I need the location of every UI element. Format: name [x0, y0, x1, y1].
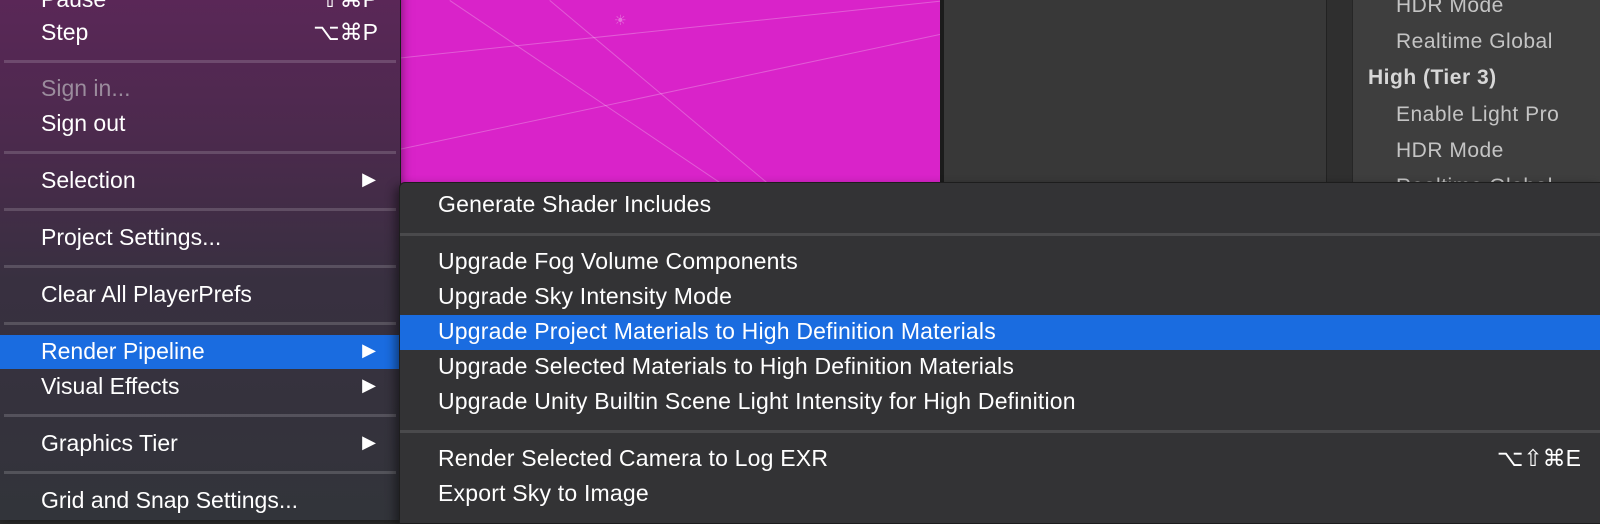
menu-item-selection[interactable]: Selection ▶ — [0, 164, 400, 198]
menu-item-label: Selection — [41, 167, 136, 193]
render-pipeline-submenu: Generate Shader Includes Upgrade Fog Vol… — [399, 182, 1600, 524]
panel-divider[interactable] — [1326, 0, 1353, 184]
submenu-item-label: Generate Shader Includes — [438, 191, 712, 217]
inspector-row-hdr-mode-2: HDR Mode — [1396, 139, 1504, 162]
menu-item-sign-out[interactable]: Sign out — [0, 107, 400, 141]
menu-item-pause[interactable]: Pause ⇧⌘P — [0, 0, 400, 17]
menu-separator — [4, 265, 396, 268]
triangle-right-icon: ▶ — [362, 340, 376, 360]
menu-item-label: Project Settings... — [41, 224, 222, 250]
submenu-item-upgrade-selected-materials[interactable]: Upgrade Selected Materials to High Defin… — [400, 350, 1600, 385]
triangle-right-icon: ▶ — [362, 432, 376, 452]
menu-item-label: Grid and Snap Settings... — [41, 487, 298, 513]
menu-item-clear-playerprefs[interactable]: Clear All PlayerPrefs — [0, 278, 400, 312]
game-view-panel — [944, 0, 1326, 184]
menu-separator — [400, 233, 1600, 236]
menu-item-project-settings[interactable]: Project Settings... — [0, 221, 400, 255]
edit-menu: Pause ⇧⌘P Step ⌥⌘P Sign in... Sign out S… — [0, 0, 401, 520]
menu-separator — [4, 471, 396, 474]
triangle-right-icon: ▶ — [362, 375, 376, 395]
submenu-item-upgrade-fog[interactable]: Upgrade Fog Volume Components — [400, 245, 1600, 280]
menu-item-label: Step — [41, 19, 89, 45]
menu-item-shortcut: ⇧⌘P — [320, 0, 378, 13]
menu-item-label: Sign out — [41, 110, 126, 136]
submenu-item-label: Upgrade Unity Builtin Scene Light Intens… — [438, 388, 1076, 414]
menu-item-label: Render Pipeline — [41, 338, 205, 364]
menu-item-shortcut: ⌥⌘P — [313, 19, 378, 45]
submenu-item-label: Render Selected Camera to Log EXR — [438, 445, 829, 471]
menu-separator — [4, 208, 396, 211]
inspector-panel: HDR Mode Realtime Global High (Tier 3) E… — [1352, 0, 1600, 184]
menu-item-visual-effects[interactable]: Visual Effects ▶ — [0, 370, 400, 404]
menu-item-label: Pause — [41, 0, 106, 13]
submenu-item-shortcut: ⌥⇧⌘E — [1496, 445, 1581, 471]
inspector-row-hdr-mode: HDR Mode — [1396, 0, 1504, 17]
submenu-item-export-sky[interactable]: Export Sky to Image — [400, 477, 1600, 512]
submenu-item-render-camera-exr[interactable]: Render Selected Camera to Log EXR ⌥⇧⌘E — [400, 442, 1600, 477]
submenu-item-label: Upgrade Sky Intensity Mode — [438, 283, 733, 309]
submenu-item-upgrade-light-intensity[interactable]: Upgrade Unity Builtin Scene Light Intens… — [400, 385, 1600, 420]
submenu-item-generate-shader-includes[interactable]: Generate Shader Includes — [400, 188, 1600, 223]
menu-item-render-pipeline[interactable]: Render Pipeline ▶ — [0, 335, 400, 369]
submenu-item-label: Export Sky to Image — [438, 480, 649, 506]
menu-item-label: Graphics Tier — [41, 430, 178, 456]
menu-separator — [4, 322, 396, 325]
menu-item-grid-snap-settings[interactable]: Grid and Snap Settings... — [0, 484, 400, 518]
menu-separator — [400, 430, 1600, 433]
menu-item-step[interactable]: Step ⌥⌘P — [0, 16, 400, 50]
sun-icon: ☀ — [614, 12, 627, 28]
inspector-row-enable-light-probes: Enable Light Pro — [1396, 103, 1560, 126]
menu-separator — [4, 414, 396, 417]
submenu-item-label: Upgrade Selected Materials to High Defin… — [438, 353, 1015, 379]
menu-separator — [4, 60, 396, 63]
submenu-item-upgrade-project-materials[interactable]: Upgrade Project Materials to High Defini… — [400, 315, 1600, 350]
menu-item-label: Visual Effects — [41, 373, 180, 399]
menu-item-label: Sign in... — [41, 75, 131, 101]
submenu-item-upgrade-sky[interactable]: Upgrade Sky Intensity Mode — [400, 280, 1600, 315]
menu-separator — [4, 151, 396, 154]
menu-item-label: Clear All PlayerPrefs — [41, 281, 252, 307]
triangle-right-icon: ▶ — [362, 169, 376, 189]
submenu-item-label: Upgrade Fog Volume Components — [438, 248, 798, 274]
menu-item-graphics-tier[interactable]: Graphics Tier ▶ — [0, 427, 400, 461]
inspector-row-realtime-gi: Realtime Global — [1396, 30, 1553, 53]
inspector-header-high-tier[interactable]: High (Tier 3) — [1368, 66, 1497, 90]
menu-item-sign-in: Sign in... — [0, 72, 400, 106]
submenu-item-label: Upgrade Project Materials to High Defini… — [438, 318, 996, 344]
grid-line — [549, 0, 857, 184]
